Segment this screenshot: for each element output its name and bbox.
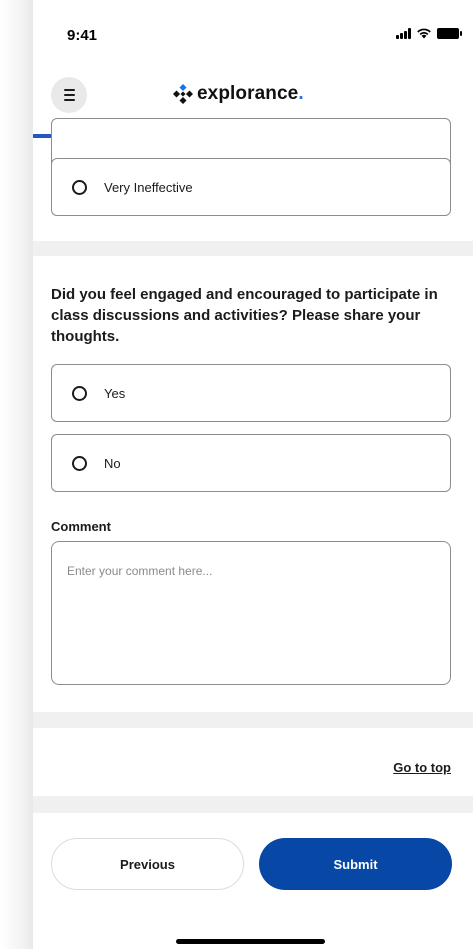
brand-name: explorance <box>197 83 299 104</box>
menu-line-icon <box>63 99 75 101</box>
footer-navigation: Previous Submit <box>33 813 473 949</box>
phone-screen: 9:41 explorance. Very Ineffective Did yo… <box>33 0 473 949</box>
radio-circle-icon <box>72 179 87 195</box>
background-shadow <box>0 0 33 949</box>
option-label: Yes <box>104 385 126 401</box>
option-label: No <box>104 455 121 471</box>
cellular-signal-icon <box>396 27 411 39</box>
hamburger-menu-button[interactable] <box>51 77 87 113</box>
menu-line-icon <box>63 94 75 96</box>
explorance-logo: explorance. <box>173 83 304 105</box>
battery-icon <box>437 27 462 39</box>
comment-label: Comment <box>51 519 111 534</box>
previous-button[interactable]: Previous <box>51 838 244 890</box>
go-to-top-link[interactable]: Go to top <box>393 760 451 775</box>
explorance-logo-mark-icon <box>173 84 193 104</box>
menu-line-icon <box>63 89 75 91</box>
previous-question-card: Very Ineffective <box>33 118 473 241</box>
status-bar: 9:41 <box>33 0 473 70</box>
status-icons <box>396 27 462 39</box>
brand-dot: . <box>298 83 304 104</box>
option-no[interactable]: No <box>51 434 451 492</box>
go-to-top-card: Go to top <box>33 728 473 796</box>
submit-button[interactable]: Submit <box>259 838 452 890</box>
status-time: 9:41 <box>67 27 98 44</box>
radio-circle-icon <box>72 455 87 471</box>
comment-textarea[interactable] <box>52 542 450 684</box>
radio-circle-icon <box>72 385 87 401</box>
comment-box <box>51 541 451 685</box>
brand-wordmark: explorance. <box>197 83 304 105</box>
question-text: Did you feel engaged and encouraged to p… <box>51 286 438 345</box>
option-very-ineffective[interactable]: Very Ineffective <box>51 158 451 216</box>
home-indicator <box>176 939 325 944</box>
option-label: Very Ineffective <box>104 179 193 195</box>
question-card: Did you feel engaged and encouraged to p… <box>33 256 473 712</box>
option-yes[interactable]: Yes <box>51 364 451 422</box>
wifi-icon <box>417 28 431 39</box>
